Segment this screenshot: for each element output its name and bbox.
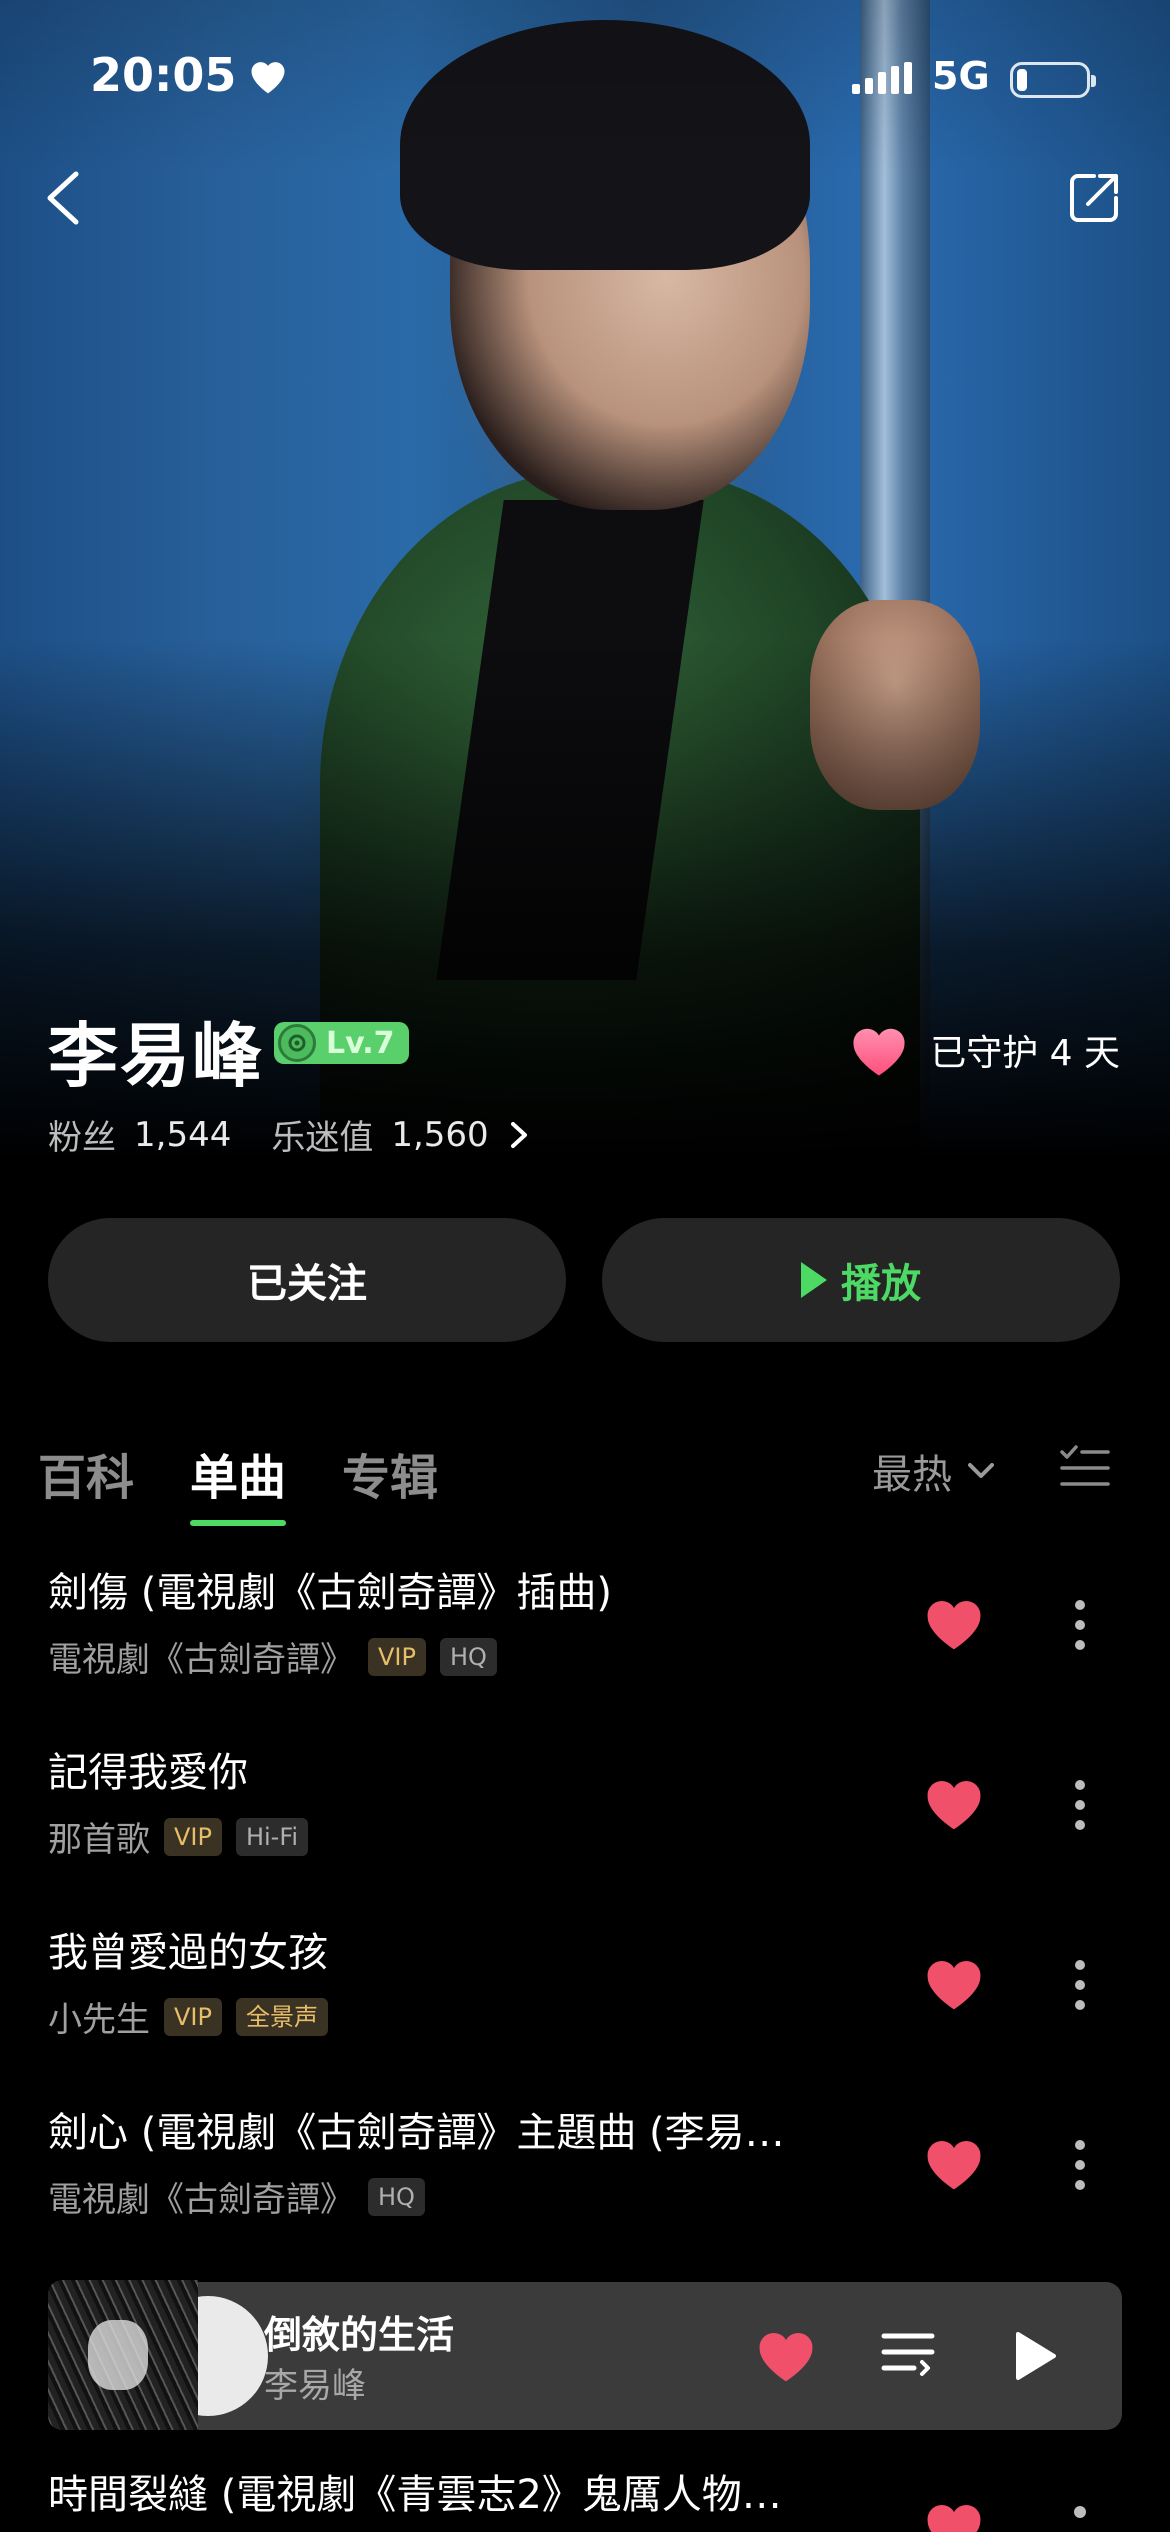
like-heart-icon[interactable] xyxy=(754,2326,818,2384)
artist-stats[interactable]: 粉丝 1,544 乐迷值 1,560 xyxy=(48,1110,531,1159)
vip-badge: VIP xyxy=(164,1997,222,2036)
song-title: 劍心 (電視劇《古劍奇譚》主題曲 (李易… xyxy=(48,2110,785,2156)
vip-badge: VIP xyxy=(164,1817,222,1856)
more-options-icon[interactable] xyxy=(1074,2506,1086,2518)
song-row[interactable]: 劍心 (電視劇《古劍奇譚》主題曲 (李易… 電視劇《古劍奇譚》 HQ xyxy=(0,2100,1170,2280)
like-heart-icon[interactable] xyxy=(922,1954,986,2012)
chevron-right-icon xyxy=(510,1121,527,1148)
music-level-icon xyxy=(278,1024,316,1062)
artist-hero-image xyxy=(0,0,1170,1160)
now-playing-title: 倒敘的生活 xyxy=(264,2313,455,2357)
song-row[interactable]: 時間裂縫 (電視劇《青雲志2》鬼厲人物… xyxy=(0,2462,1170,2532)
quality-badge: 全景声 xyxy=(235,1997,328,2036)
tab-wiki[interactable]: 百科 xyxy=(38,1438,134,1526)
follow-button[interactable]: 已关注 xyxy=(48,1218,566,1342)
like-heart-icon[interactable] xyxy=(922,2498,986,2532)
quality-badge: Hi-Fi xyxy=(235,1817,309,1856)
content-tabs: 百科 单曲 专辑 xyxy=(38,1438,438,1526)
playlist-icon[interactable] xyxy=(880,2326,936,2382)
quality-badge: HQ xyxy=(368,2177,425,2216)
artist-name: 李易峰 xyxy=(48,1015,264,1097)
more-options-icon[interactable] xyxy=(1074,1780,1086,1830)
fan-score-value: 1,560 xyxy=(391,1114,489,1155)
song-album: 那首歌 xyxy=(48,1820,150,1860)
fan-score-label: 乐迷值 xyxy=(271,1118,374,1158)
fans-value: 1,544 xyxy=(134,1114,232,1155)
mini-player[interactable]: 倒敘的生活 李易峰 xyxy=(48,2280,1122,2430)
song-album: 電視劇《古劍奇譚》 xyxy=(48,1640,354,1680)
song-row[interactable]: 我曾愛過的女孩 小先生 VIP 全景声 xyxy=(0,1920,1170,2100)
song-title: 時間裂縫 (電視劇《青雲志2》鬼厲人物… xyxy=(48,2472,782,2518)
guard-status[interactable]: 已守护 4 天 xyxy=(848,1022,1120,1078)
battery-icon xyxy=(1010,62,1096,98)
song-album: 電視劇《古劍奇譚》 xyxy=(48,2180,354,2220)
follow-label: 已关注 xyxy=(247,1261,367,1307)
back-icon[interactable] xyxy=(40,168,86,228)
chevron-down-icon xyxy=(968,1463,994,1478)
song-row[interactable]: 記得我愛你 那首歌 VIP Hi-Fi xyxy=(0,1740,1170,1920)
play-icon xyxy=(801,1262,827,1298)
heart-icon xyxy=(251,62,285,94)
guard-heart-icon xyxy=(853,1028,905,1076)
more-options-icon[interactable] xyxy=(1074,2140,1086,2190)
song-list: 劍傷 (電視劇《古劍奇譚》插曲) 電視劇《古劍奇譚》 VIP HQ 記得我愛你 … xyxy=(0,1560,1170,2280)
play-icon[interactable] xyxy=(1010,2328,1060,2384)
like-heart-icon[interactable] xyxy=(922,1594,986,1652)
sort-dropdown[interactable]: 最热 xyxy=(872,1442,996,1500)
status-time: 20:05 xyxy=(90,48,237,102)
tab-albums[interactable]: 专辑 xyxy=(342,1438,438,1526)
song-row[interactable]: 劍傷 (電視劇《古劍奇譚》插曲) 電視劇《古劍奇譚》 VIP HQ xyxy=(0,1560,1170,1740)
quality-badge: HQ xyxy=(439,1637,497,1676)
more-options-icon[interactable] xyxy=(1074,1960,1086,2010)
signal-icon xyxy=(852,62,912,94)
multi-select-icon[interactable] xyxy=(1058,1444,1110,1492)
vip-badge: VIP xyxy=(368,1637,426,1676)
level-badge[interactable]: Lv.7 xyxy=(274,1022,409,1064)
song-title: 我曾愛過的女孩 xyxy=(48,1930,328,1976)
tab-singles[interactable]: 单曲 xyxy=(190,1438,287,1526)
album-cover[interactable] xyxy=(48,2280,198,2430)
guard-text: 已守护 4 天 xyxy=(930,1033,1120,1074)
song-album: 小先生 xyxy=(48,2000,150,2040)
status-bar: 20:05 5G xyxy=(0,48,1170,108)
share-icon[interactable] xyxy=(1066,170,1122,226)
play-all-button[interactable]: 播放 xyxy=(602,1218,1120,1342)
song-title: 劍傷 (電視劇《古劍奇譚》插曲) xyxy=(48,1570,612,1616)
song-title: 記得我愛你 xyxy=(48,1750,248,1796)
fans-label: 粉丝 xyxy=(48,1118,116,1158)
more-options-icon[interactable] xyxy=(1074,1600,1086,1650)
like-heart-icon[interactable] xyxy=(922,1774,986,1832)
sort-label: 最热 xyxy=(872,1452,952,1498)
level-text: Lv.7 xyxy=(326,1025,395,1061)
now-playing-artist: 李易峰 xyxy=(264,2366,366,2406)
network-type: 5G xyxy=(932,54,990,98)
like-heart-icon[interactable] xyxy=(922,2134,986,2192)
play-label: 播放 xyxy=(841,1261,921,1307)
